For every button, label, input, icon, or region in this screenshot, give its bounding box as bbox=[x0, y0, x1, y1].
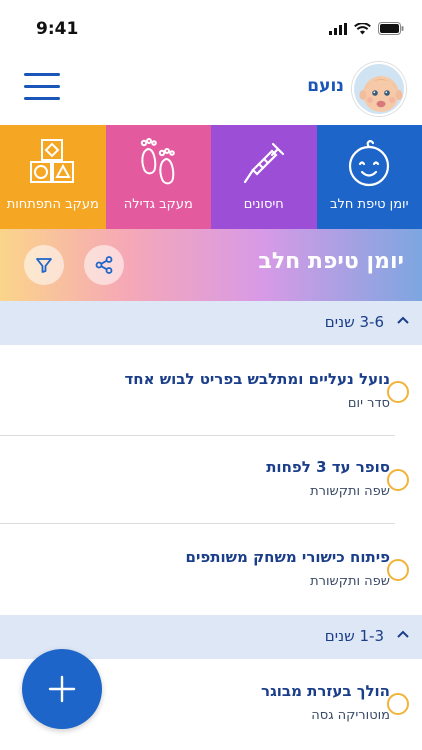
item-title: הולך בעזרת מבוגר bbox=[261, 682, 390, 700]
chevron-up-icon bbox=[397, 316, 409, 324]
avatar[interactable] bbox=[352, 62, 406, 116]
footprints-icon bbox=[136, 135, 180, 191]
hamburger-menu-icon[interactable] bbox=[24, 70, 62, 102]
wifi-icon bbox=[354, 22, 371, 34]
tab-label: יומן טיפת חלב bbox=[330, 197, 409, 212]
item-subtitle: שפה ותקשורת bbox=[310, 574, 390, 589]
category-tabs: מעקב התפתחות מעקב גדילה חיסונים יומן טיפ… bbox=[0, 125, 422, 239]
item-title: פיתוח כישורי משחק משותפים bbox=[185, 548, 390, 566]
share-icon bbox=[95, 256, 113, 274]
battery-icon bbox=[378, 22, 404, 35]
add-button[interactable] bbox=[22, 649, 102, 729]
section-banner: יומן טיפת חלב bbox=[0, 229, 422, 301]
share-button[interactable] bbox=[84, 245, 124, 285]
status-icons bbox=[329, 22, 404, 35]
checkbox-circle-icon[interactable] bbox=[387, 693, 409, 715]
tab-label: מעקב גדילה bbox=[123, 197, 193, 212]
item-subtitle: שפה ותקשורת bbox=[310, 484, 390, 499]
page-title: יומן טיפת חלב bbox=[258, 249, 404, 274]
section-header-3-6-years[interactable]: 3-6 שנים bbox=[0, 301, 422, 345]
user-name[interactable]: נועם bbox=[307, 76, 344, 96]
signal-icon bbox=[329, 22, 347, 35]
item-subtitle: מוטוריקה גסה bbox=[311, 708, 390, 723]
filter-button[interactable] bbox=[24, 245, 64, 285]
tab-vaccinations[interactable]: חיסונים bbox=[211, 125, 317, 229]
tab-baby-clinic-diary[interactable]: יומן טיפת חלב bbox=[316, 125, 422, 239]
section-label: 1-3 שנים bbox=[324, 627, 384, 645]
baby-avatar-icon bbox=[354, 64, 404, 114]
list-item[interactable]: סופר עד 3 לפחות שפה ותקשורת bbox=[0, 436, 422, 524]
status-bar: 9:41 bbox=[0, 0, 422, 56]
baby-face-icon bbox=[343, 135, 395, 191]
shape-blocks-icon bbox=[26, 135, 80, 191]
list-item[interactable]: פיתוח כישורי משחק משותפים שפה ותקשורת bbox=[0, 526, 422, 614]
item-subtitle: סדר יום bbox=[347, 396, 390, 411]
divider bbox=[0, 523, 395, 524]
chevron-up-icon bbox=[397, 630, 409, 638]
syringe-icon bbox=[239, 135, 289, 191]
tab-development-tracking[interactable]: מעקב התפתחות bbox=[0, 125, 106, 229]
list-item[interactable]: נועל נעליים ומתלבש בפריט לבוש אחד סדר יו… bbox=[0, 348, 422, 436]
status-time: 9:41 bbox=[36, 19, 79, 39]
item-title: נועל נעליים ומתלבש בפריט לבוש אחד bbox=[124, 370, 390, 388]
filter-icon bbox=[36, 258, 52, 273]
app-header: נועם bbox=[0, 56, 422, 120]
item-title: סופר עד 3 לפחות bbox=[266, 458, 390, 476]
tab-growth-tracking[interactable]: מעקב גדילה bbox=[105, 125, 211, 229]
tab-label: מעקב התפתחות bbox=[6, 197, 99, 212]
checkbox-circle-icon[interactable] bbox=[387, 381, 409, 403]
plus-icon bbox=[48, 675, 76, 703]
checkbox-circle-icon[interactable] bbox=[387, 469, 409, 491]
tab-label: חיסונים bbox=[243, 197, 284, 212]
section-label: 3-6 שנים bbox=[324, 313, 384, 331]
checkbox-circle-icon[interactable] bbox=[387, 559, 409, 581]
